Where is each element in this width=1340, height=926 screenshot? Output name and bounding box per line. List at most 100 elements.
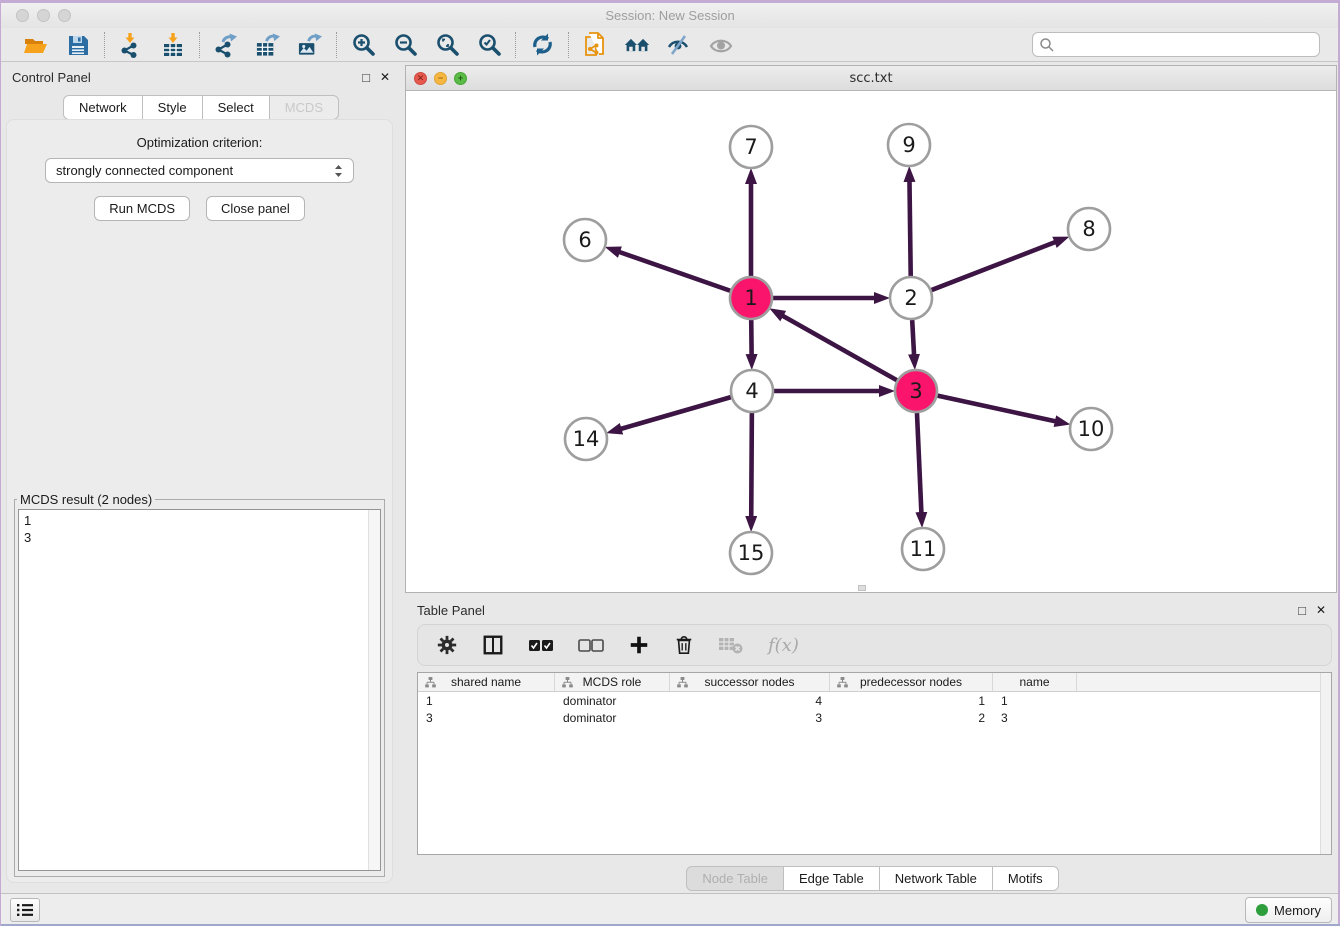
network-graph: 7968124314101511 [406,91,1336,592]
column-header-predecessor-nodes[interactable]: predecessor nodes [830,673,993,691]
export-image-icon [297,32,323,58]
column-header-label: name [1019,675,1049,689]
eye-slash-icon [666,33,692,57]
table-cell: dominator [555,694,670,708]
graph-node-label-3: 3 [909,379,922,403]
list-icon [16,902,34,918]
tab-network[interactable]: Network [63,95,143,120]
table-cell: 3 [993,711,1077,725]
memory-button[interactable]: Memory [1245,897,1332,923]
float-panel-icon[interactable]: □ [362,71,370,84]
duplicate-network-icon [582,31,608,59]
graph-node-label-15: 15 [738,541,765,565]
graph-edge-4-14[interactable] [621,397,731,429]
table-row[interactable]: 3dominator323 [418,709,1331,726]
checked-boxes-icon [528,637,554,653]
network-window-title: scc.txt [406,71,1336,86]
table-cell: 1 [418,694,555,708]
graph-edge-3-11[interactable] [917,413,921,513]
zoom-in-button[interactable] [350,32,376,58]
tab-mcds[interactable]: MCDS [269,95,339,120]
graph-edge-4-15[interactable] [751,413,752,517]
table-row[interactable]: 1dominator411 [418,692,1331,709]
session-title: Session: New Session [0,8,1340,23]
table-panel: Table Panel □ ✕ [405,596,1340,886]
run-mcds-button[interactable]: Run MCDS [94,196,190,221]
show-columns-button[interactable] [482,634,504,656]
graph-edge-1-6[interactable] [619,252,730,291]
hide-selected-button[interactable] [666,32,692,58]
import-network-button[interactable] [118,32,144,58]
refresh-icon [530,32,555,57]
search-icon [1039,37,1055,53]
float-table-panel-icon[interactable]: □ [1298,604,1306,617]
search-input[interactable] [1055,35,1313,55]
delete-table-button[interactable] [718,635,744,655]
graph-edge-3-10[interactable] [937,396,1055,422]
export-image-button[interactable] [297,32,323,58]
column-header-successor-nodes[interactable]: successor nodes [670,673,830,691]
function-builder-button[interactable]: f(x) [768,635,799,656]
zoom-fit-button[interactable] [434,32,460,58]
node-table-body: 1dominator4113dominator323 [418,692,1331,726]
search-field[interactable] [1032,32,1320,57]
close-panel-icon[interactable]: ✕ [380,71,390,83]
graph-edge-2-8[interactable] [932,242,1056,290]
table-options-button[interactable] [436,634,458,656]
export-table-button[interactable] [255,32,281,58]
graph-edge-2-3[interactable] [912,320,914,355]
select-all-columns-button[interactable] [528,637,554,653]
tab-select[interactable]: Select [202,95,270,120]
graph-node-label-9: 9 [902,133,915,157]
mcds-result-title: MCDS result (2 nodes) [17,492,155,507]
create-column-button[interactable] [628,634,650,656]
graph-node-label-8: 8 [1082,217,1095,241]
column-header-shared-name[interactable]: shared name [418,673,555,691]
zoom-selected-button[interactable] [476,32,502,58]
selected-option: strongly connected component [56,163,233,178]
deselect-all-columns-button[interactable] [578,637,604,653]
plus-icon [628,634,650,656]
tab-motifs[interactable]: Motifs [992,866,1059,891]
optimization-criterion-select[interactable]: strongly connected component [45,158,354,183]
zoom-out-button[interactable] [392,32,418,58]
zoom-out-icon [393,32,418,57]
delete-table-icon [718,635,744,655]
tab-network-table[interactable]: Network Table [879,866,993,891]
delete-column-button[interactable] [674,634,694,656]
import-network-icon [118,32,144,58]
column-header-MCDS-role[interactable]: MCDS role [555,673,670,691]
table-toolbar: f(x) [417,624,1332,666]
mcds-result-scrollbar[interactable] [368,510,380,870]
tab-edge-table[interactable]: Edge Table [783,866,880,891]
import-table-button[interactable] [160,32,186,58]
column-header-name[interactable]: name [993,673,1077,691]
import-table-icon [160,32,186,58]
network-canvas[interactable]: 7968124314101511 [406,91,1336,592]
mcds-result-group: MCDS result (2 nodes) 1 3 [14,492,385,877]
close-panel-button[interactable]: Close panel [206,196,305,221]
node-table-scrollbar[interactable] [1320,673,1331,854]
save-session-button[interactable] [65,32,91,58]
show-all-button[interactable] [708,32,734,58]
open-session-button[interactable] [23,32,49,58]
control-panel-tabs: NetworkStyleSelectMCDS [0,95,402,120]
tab-node-table[interactable]: Node Table [686,866,784,891]
splitter-handle[interactable] [858,585,866,591]
first-neighbors-button[interactable] [624,32,650,58]
mcds-result-list[interactable]: 1 3 [18,509,381,871]
node-table[interactable]: shared nameMCDS rolesuccessor nodesprede… [417,672,1332,855]
open-folder-icon [23,32,49,58]
show-panels-button[interactable] [10,898,40,922]
graph-edge-3-1[interactable] [782,316,896,381]
zoom-selected-icon [477,32,502,57]
export-network-button[interactable] [213,32,239,58]
network-window-titlebar[interactable]: ✕ − + scc.txt [406,66,1336,91]
duplicate-network-button[interactable] [582,32,608,58]
close-table-panel-icon[interactable]: ✕ [1316,604,1326,616]
zoom-fit-icon [435,32,460,57]
graph-edge-2-9[interactable] [909,181,910,276]
apply-layout-button[interactable] [529,32,555,58]
node-table-header: shared nameMCDS rolesuccessor nodesprede… [418,673,1331,692]
tab-style[interactable]: Style [142,95,203,120]
